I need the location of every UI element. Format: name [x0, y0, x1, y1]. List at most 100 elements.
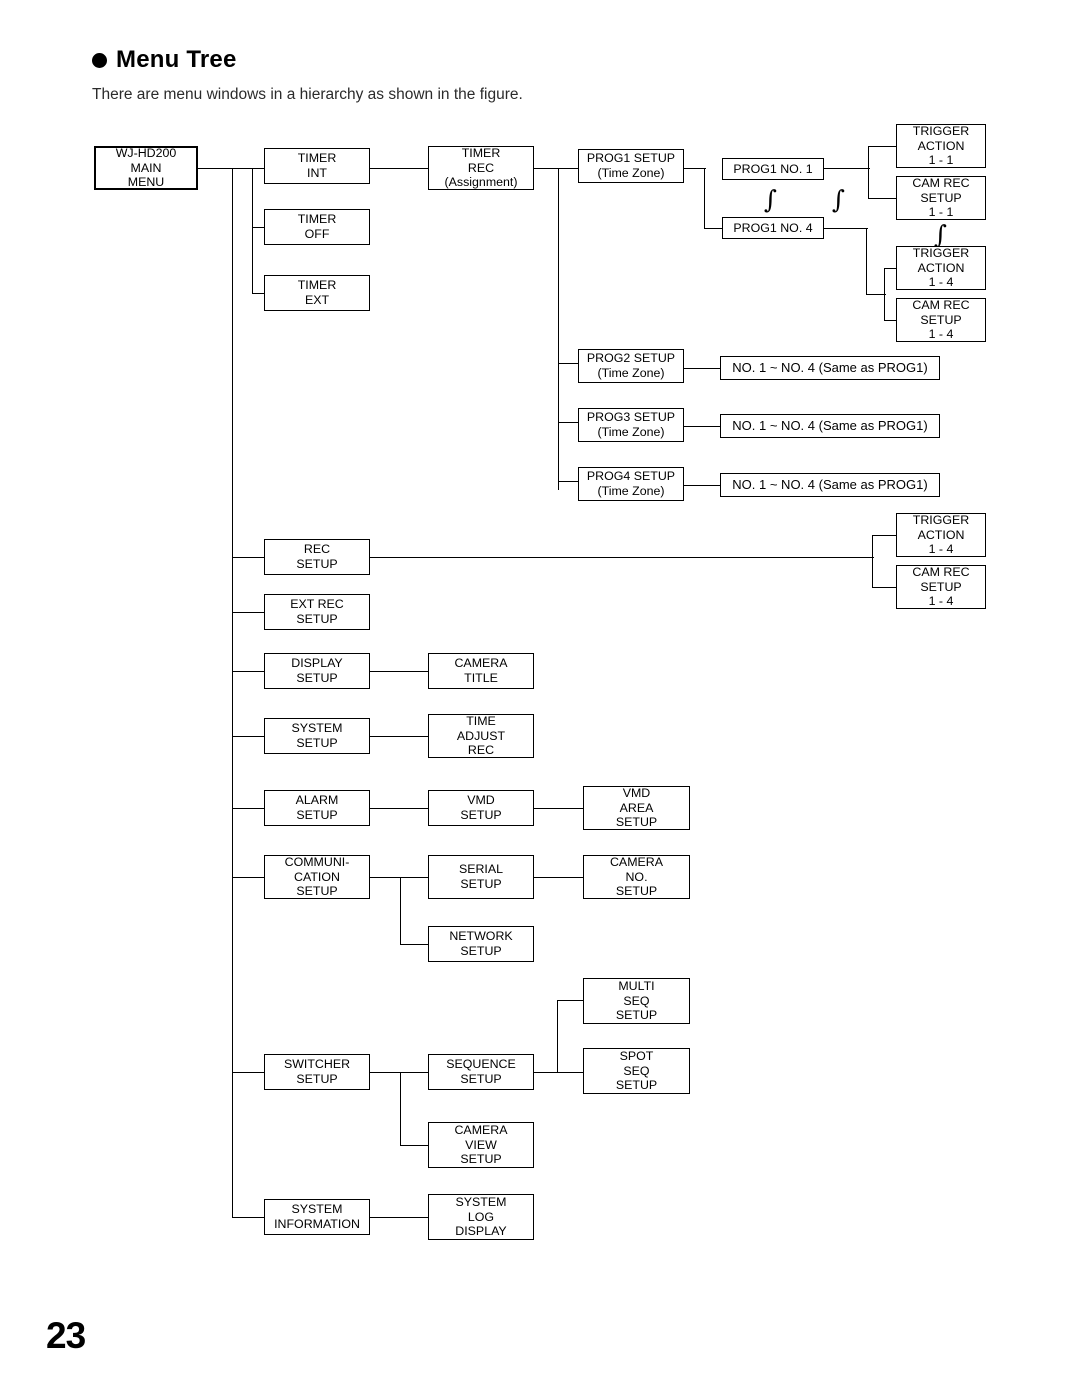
node-display-setup[interactable]: DISPLAY SETUP	[264, 653, 370, 689]
node-line: ACTION	[917, 138, 965, 153]
node-prog1-setup[interactable]: PROG1 SETUP (Time Zone)	[578, 149, 684, 183]
node-line: SYSTEM	[455, 1195, 507, 1210]
node-line: SEQUENCE	[446, 1057, 516, 1072]
node-line: SPOT	[619, 1049, 654, 1064]
node-system-log-display[interactable]: SYSTEM LOG DISPLAY	[428, 1194, 534, 1240]
node-alarm-setup[interactable]: ALARM SETUP	[264, 790, 370, 826]
connector	[232, 671, 264, 672]
node-cam-rec-setup-1-4[interactable]: CAM REC SETUP 1 - 4	[896, 298, 986, 342]
node-line: SYSTEM	[291, 1202, 343, 1217]
node-timer-rec[interactable]: TIMER REC (Assignment)	[428, 146, 534, 190]
connector	[866, 228, 867, 294]
node-line: EXT REC	[290, 597, 344, 612]
node-line: 1 - 4	[928, 327, 954, 342]
node-timer-int[interactable]: TIMER INT	[264, 148, 370, 184]
node-line: PROG1 SETUP	[586, 151, 676, 166]
node-line: NO. 1 ~ NO. 4 (Same as PROG1)	[732, 417, 928, 433]
node-switcher-setup[interactable]: SWITCHER SETUP	[264, 1054, 370, 1090]
connector	[557, 1000, 558, 1072]
node-prog1-no-4[interactable]: PROG1 NO. 4	[722, 217, 824, 239]
node-network-setup[interactable]: NETWORK SETUP	[428, 926, 534, 962]
connector	[232, 808, 264, 809]
connector	[400, 944, 428, 945]
node-prog1-no-1[interactable]: PROG1 NO. 1	[722, 158, 824, 180]
node-line: SETUP	[460, 944, 502, 958]
node-prog2-setup[interactable]: PROG2 SETUP (Time Zone)	[578, 349, 684, 383]
node-line: SETUP	[615, 815, 658, 830]
node-line: SETUP	[460, 1152, 502, 1167]
node-prog4-range[interactable]: NO. 1 ~ NO. 4 (Same as PROG1)	[720, 473, 940, 497]
node-main-menu[interactable]: WJ-HD200 MAIN MENU	[94, 146, 198, 190]
connector	[198, 168, 252, 169]
node-line: DISPLAY	[455, 1224, 507, 1239]
node-prog4-setup[interactable]: PROG4 SETUP (Time Zone)	[578, 467, 684, 501]
continuation-squiggle-icon: ∫	[764, 185, 778, 214]
node-line: REC	[467, 160, 495, 175]
node-prog3-range[interactable]: NO. 1 ~ NO. 4 (Same as PROG1)	[720, 414, 940, 438]
connector	[232, 557, 264, 558]
node-line: TITLE	[464, 671, 498, 685]
node-communication-setup[interactable]: COMMUNI- CATION SETUP	[264, 855, 370, 899]
menu-tree-diagram: ∫ ∫ ∫ WJ-HD200 MAIN MENU TIMER INT TIMER…	[0, 0, 1080, 1397]
connector	[868, 146, 898, 147]
node-multi-seq-setup[interactable]: MULTI SEQ SETUP	[583, 978, 690, 1024]
connector	[370, 1217, 428, 1218]
node-vmd-setup[interactable]: VMD SETUP	[428, 790, 534, 826]
node-prog2-range[interactable]: NO. 1 ~ NO. 4 (Same as PROG1)	[720, 356, 940, 380]
node-line: (Time Zone)	[597, 166, 665, 180]
node-line: PROG3 SETUP	[586, 410, 676, 425]
node-line: (Time Zone)	[597, 484, 665, 498]
connector	[558, 363, 580, 364]
connector	[400, 1072, 401, 1145]
node-camera-no-setup[interactable]: CAMERA NO. SETUP	[583, 855, 690, 899]
node-line: SETUP	[296, 808, 338, 822]
node-line: SETUP	[296, 671, 338, 685]
node-trigger-action-1-4[interactable]: TRIGGER ACTION 1 - 4	[896, 246, 986, 290]
node-line: CATION	[294, 869, 340, 884]
node-line: ADJUST	[456, 728, 506, 743]
node-line: (Time Zone)	[597, 425, 665, 439]
node-camera-title[interactable]: CAMERA TITLE	[428, 653, 534, 689]
node-camera-view-setup[interactable]: CAMERA VIEW SETUP	[428, 1122, 534, 1168]
node-serial-setup[interactable]: SERIAL SETUP	[428, 855, 534, 899]
node-system-setup[interactable]: SYSTEM SETUP	[264, 718, 370, 754]
connector	[872, 587, 896, 588]
connector	[824, 168, 870, 169]
connector	[370, 736, 428, 737]
node-line: CAMERA	[454, 1123, 508, 1138]
node-timer-off[interactable]: TIMER OFF	[264, 209, 370, 245]
node-time-adjust-rec[interactable]: TIME ADJUST REC	[428, 714, 534, 758]
connector	[868, 198, 898, 199]
node-line: PROG1 NO. 4	[733, 220, 813, 235]
node-line: TRIGGER	[912, 246, 970, 261]
node-vmd-area-setup[interactable]: VMD AREA SETUP	[583, 786, 690, 830]
node-line: EXT	[304, 293, 330, 307]
node-line: SETUP	[460, 877, 502, 891]
node-line: SETUP	[920, 190, 962, 205]
continuation-squiggle-icon: ∫	[832, 185, 846, 214]
node-rec-cam-rec-setup-1-4[interactable]: CAM REC SETUP 1 - 4	[896, 565, 986, 609]
node-trigger-action-1-1[interactable]: TRIGGER ACTION 1 - 1	[896, 124, 986, 168]
node-rec-setup[interactable]: REC SETUP	[264, 539, 370, 575]
node-ext-rec-setup[interactable]: EXT REC SETUP	[264, 594, 370, 630]
connector	[370, 557, 874, 558]
node-line: COMMUNI-	[284, 855, 350, 870]
node-line: TIME	[466, 714, 496, 729]
node-spot-seq-setup[interactable]: SPOT SEQ SETUP	[583, 1048, 690, 1094]
node-line: 1 - 4	[928, 542, 954, 557]
node-line: TIMER	[297, 151, 337, 166]
node-line: SETUP	[920, 579, 962, 594]
node-sequence-setup[interactable]: SEQUENCE SETUP	[428, 1054, 534, 1090]
node-cam-rec-setup-1-1[interactable]: CAM REC SETUP 1 - 1	[896, 176, 986, 220]
node-line: SETUP	[296, 557, 338, 571]
node-timer-ext[interactable]: TIMER EXT	[264, 275, 370, 311]
connector	[704, 168, 705, 228]
node-line: MULTI	[618, 979, 655, 994]
node-line: VMD	[622, 786, 651, 801]
node-system-information[interactable]: SYSTEM INFORMATION	[264, 1199, 370, 1235]
node-rec-trigger-action-1-4[interactable]: TRIGGER ACTION 1 - 4	[896, 513, 986, 557]
node-line: ACTION	[917, 527, 965, 542]
node-prog3-setup[interactable]: PROG3 SETUP (Time Zone)	[578, 408, 684, 442]
node-line: PROG1 NO. 1	[733, 161, 813, 176]
node-line: MENU	[127, 175, 165, 190]
